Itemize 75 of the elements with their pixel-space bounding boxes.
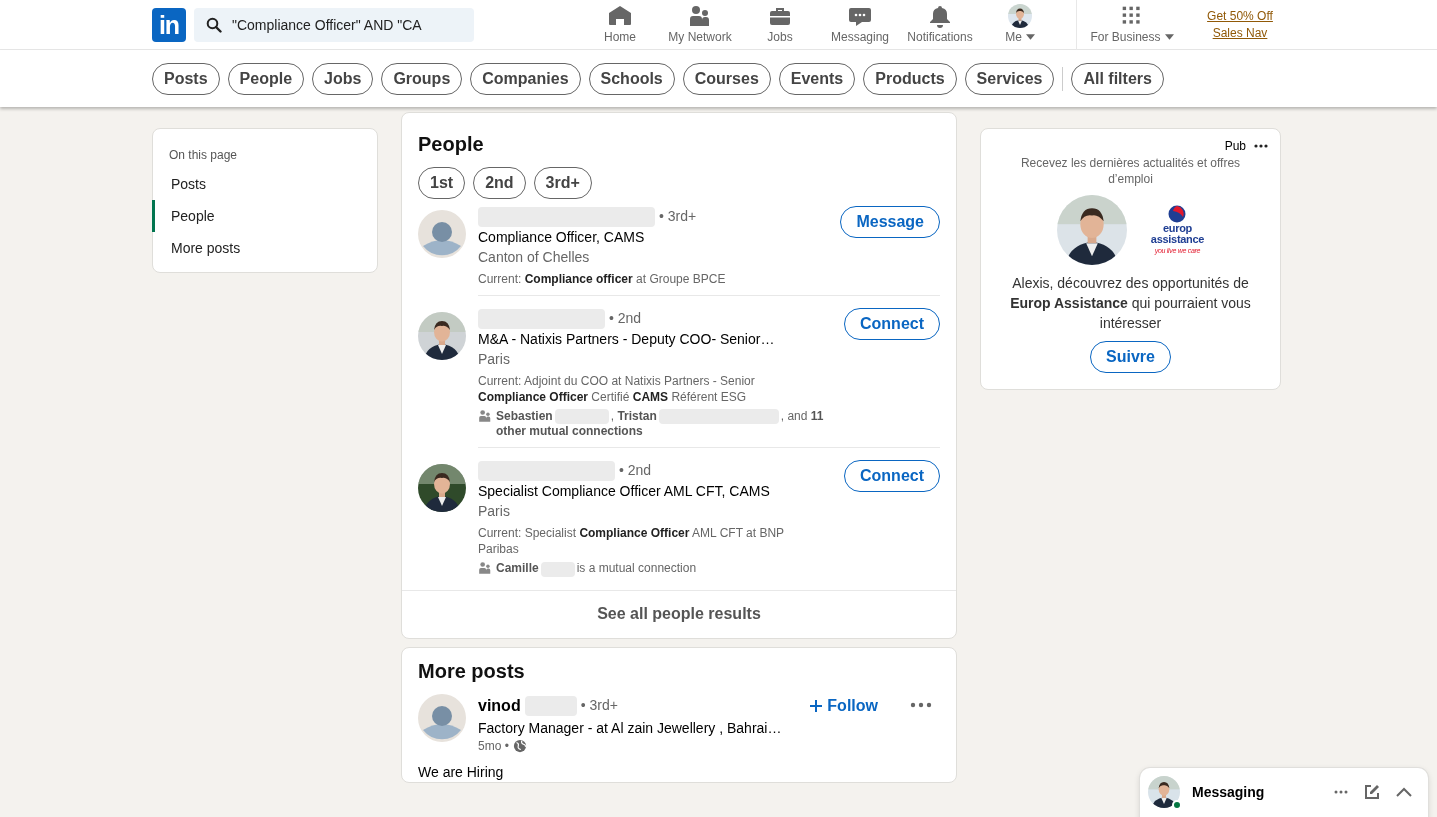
nav-item[interactable]: Notifications — [900, 0, 980, 50]
filter-pill[interactable]: People — [227, 62, 305, 95]
filter-pill[interactable]: Products — [863, 62, 957, 95]
follow-button[interactable]: Suivre — [1090, 341, 1171, 373]
current-position: Current: Compliance officer at Groupe BPCE — [478, 271, 727, 287]
connection-degree: • 2nd — [619, 461, 652, 481]
chevron-up-icon[interactable] — [1396, 787, 1412, 797]
connect-button[interactable]: Connect — [844, 460, 940, 493]
filter-pill[interactable]: Schools — [588, 62, 675, 95]
me-menu[interactable]: Me — [980, 0, 1060, 50]
nav-item[interactable]: Jobs — [740, 0, 820, 50]
compose-icon[interactable] — [1364, 784, 1380, 800]
filter-pill[interactable]: Services — [964, 62, 1055, 95]
nav-item[interactable]: Home — [580, 0, 660, 50]
post-age: 5mo • — [478, 737, 509, 754]
search-icon — [206, 17, 222, 33]
filter-pill[interactable]: Events — [778, 62, 856, 95]
business-menu[interactable]: For Business — [1077, 0, 1187, 50]
degree-filter-pill[interactable]: 1st — [418, 167, 466, 199]
current-position: Current: Adjoint du COO at Natixis Partners - Senior Compliance Officer Certifié CAMS Référent ESG — [478, 373, 756, 405]
connect-button[interactable]: Message — [840, 206, 940, 238]
follow-button[interactable]: Follow — [809, 693, 878, 718]
filter-pill[interactable]: Companies — [470, 62, 581, 95]
ad-header: Recevez les dernières actualités et offres d’emploi — [1019, 155, 1242, 187]
search-bar[interactable]: "Compliance Officer" AND "CA — [194, 8, 474, 42]
all-filters-button[interactable]: All filters — [1071, 62, 1164, 95]
logo[interactable]: in — [152, 8, 186, 42]
plus-icon — [809, 698, 824, 713]
person-headline: M&A - Natixis Partners - Deputy COO- Senior… — [478, 330, 776, 349]
filter-pill[interactable]: Courses — [682, 62, 771, 95]
nav-item[interactable]: Messaging — [820, 0, 900, 50]
caret-icon — [1025, 34, 1035, 40]
people-icon — [478, 561, 492, 576]
sidebar-item[interactable]: Posts — [152, 168, 377, 200]
messaging-title[interactable]: Messaging — [1192, 776, 1326, 808]
person-headline: Compliance Officer, CAMS — [478, 228, 646, 247]
promo-link[interactable]: Get 50% Off Sales Nav — [1195, 8, 1285, 42]
person-location: Paris — [478, 350, 511, 369]
person-headline: Specialist Compliance Officer AML CFT, CAMS — [478, 482, 771, 502]
sidebar-title: On this page — [168, 147, 239, 164]
section-title: More posts — [418, 658, 526, 684]
author-name[interactable]: vinod — [478, 693, 521, 718]
person-location: Paris — [478, 502, 511, 522]
post-text: We are Hiring — [418, 762, 505, 782]
connect-button[interactable]: Connect — [844, 308, 940, 340]
bell-icon — [928, 4, 952, 28]
ad-message: Alexis, découvrez des opportunités de Europ Assistance qui pourraient vous intéresser — [1009, 274, 1252, 333]
more-icon[interactable] — [1254, 144, 1268, 148]
search-field[interactable]: "Compliance Officer" AND "CA — [230, 13, 460, 37]
section-title: People — [418, 132, 485, 157]
sidebar-item[interactable]: More posts — [152, 232, 377, 264]
author-headline: Factory Manager - at Al zain Jewellery , Bahrai… — [478, 718, 783, 738]
see-all-button[interactable]: See all people results — [402, 589, 956, 638]
connection-degree: • 2nd — [609, 309, 642, 328]
filter-pill[interactable]: Jobs — [312, 62, 374, 95]
business-label: For Business — [1090, 29, 1161, 46]
connection-degree: • 3rd+ — [580, 696, 618, 716]
default-avatar-icon — [418, 693, 466, 742]
connection-degree: • 3rd+ — [659, 207, 697, 226]
mutual-connections: Camille is a mutual connection — [496, 561, 697, 577]
globe-icon — [512, 738, 527, 753]
nav-item[interactable]: My Network — [660, 0, 740, 50]
me-label: Me — [1005, 29, 1022, 46]
degree-filter-pill[interactable]: 2nd — [473, 167, 526, 199]
mutual-connections: Sebastien , Tristan , and 11 other mutual connections — [496, 409, 825, 440]
people-icon — [478, 409, 492, 423]
sidebar-item[interactable]: People — [152, 200, 377, 232]
ad-label: Pub — [1224, 138, 1246, 155]
caret-icon — [1164, 34, 1174, 40]
filter-pill[interactable]: Posts — [152, 62, 220, 95]
people-icon — [688, 4, 712, 28]
home-icon — [608, 4, 632, 28]
degree-filter-pill[interactable]: 3rd+ — [533, 167, 592, 199]
person-location: Canton of Chelles — [478, 248, 591, 267]
filter-pill[interactable]: Groups — [381, 62, 463, 95]
